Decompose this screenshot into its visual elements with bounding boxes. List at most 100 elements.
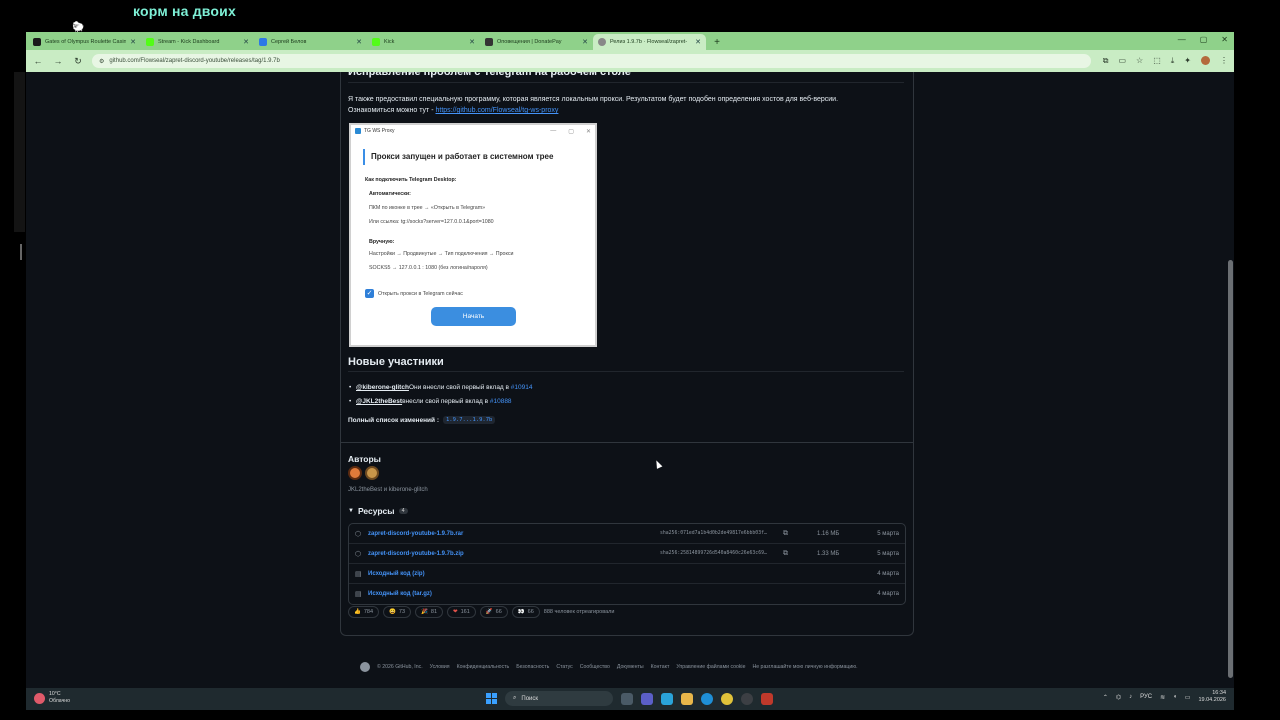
- reaction-rocket[interactable]: 🚀 66: [479, 606, 508, 618]
- tab-kick-dashboard[interactable]: Stream - Kick Dashboard ✕: [141, 34, 254, 50]
- compare-link[interactable]: 1.9.7...1.9.7b: [443, 416, 496, 424]
- close-icon[interactable]: ✕: [356, 38, 362, 46]
- reaction-hooray[interactable]: 🎉 81: [415, 606, 444, 618]
- profile-avatar[interactable]: [1201, 56, 1210, 65]
- copy-icon[interactable]: ⧉: [783, 550, 788, 558]
- tab-donatepay[interactable]: Оповещения | DonatePay ✕: [480, 34, 593, 50]
- footer-link-do-not-share[interactable]: Не разглашайте мою личную информацию.: [752, 664, 857, 670]
- menu-kebab-icon[interactable]: ⋮: [1220, 56, 1228, 66]
- proxy-auto-label: Автоматически:: [369, 191, 411, 197]
- scrollbar-thumb[interactable]: [1228, 260, 1233, 678]
- extensions-icon[interactable]: ⬚: [1153, 56, 1161, 66]
- pr-link[interactable]: #10888: [490, 398, 512, 405]
- close-icon[interactable]: ✕: [469, 38, 475, 46]
- battery-icon[interactable]: ▭: [1185, 694, 1191, 701]
- obs-icon[interactable]: [761, 692, 773, 705]
- reaction-laugh[interactable]: 😄 73: [383, 606, 412, 618]
- contributor-user-link[interactable]: @kiberone-glitch: [356, 384, 409, 391]
- maximize-icon[interactable]: ▢: [1200, 35, 1208, 44]
- site-info-icon[interactable]: ⚙: [99, 58, 104, 65]
- language-indicator[interactable]: РУС: [1140, 694, 1152, 700]
- telegram-icon[interactable]: [661, 692, 673, 705]
- reaction-heart[interactable]: ❤ 161: [447, 606, 476, 618]
- pr-link[interactable]: #10914: [511, 384, 533, 391]
- party-icon: 🎉: [421, 609, 428, 615]
- contributor-user-link[interactable]: @JKL2theBest: [356, 398, 402, 405]
- asset-sha: sha256:071ed7a1b4d0b2de49817e6bbb03f…: [660, 531, 767, 536]
- chrome-icon[interactable]: [721, 692, 733, 705]
- tg-ws-proxy-link[interactable]: https://github.com/Flowseal/tg-ws-proxy: [435, 107, 558, 114]
- footer-link-community[interactable]: Сообщество: [580, 664, 610, 670]
- footer-link-contact[interactable]: Контакт: [651, 664, 670, 670]
- copy-icon[interactable]: ⧉: [783, 530, 788, 538]
- download-icon[interactable]: ⤓: [1171, 56, 1175, 66]
- tab-casino[interactable]: Gates of Olympus Roulette Casino ✕: [28, 34, 141, 50]
- mic-icon[interactable]: ♪: [1129, 694, 1132, 700]
- minimize-icon[interactable]: —: [1178, 35, 1186, 44]
- footer-link-cookies[interactable]: Управление файлами cookie: [676, 664, 745, 670]
- reaction-count: 81: [430, 609, 438, 615]
- edge-icon[interactable]: [701, 692, 713, 705]
- github-logo-icon[interactable]: [360, 662, 370, 672]
- task-view-icon[interactable]: [621, 692, 633, 705]
- asset-link[interactable]: Исходный код (tar.gz): [368, 591, 432, 597]
- tray-chevron-icon[interactable]: ⌃: [1103, 694, 1108, 701]
- tab-github-release[interactable]: Релиз 1.9.7b · Flowseal/zapret- ✕: [593, 34, 706, 50]
- network-icon[interactable]: ⌬: [1116, 694, 1121, 701]
- address-bar[interactable]: ⚙ github.com/Flowseal/zapret-discord-you…: [92, 54, 1091, 68]
- asset-link[interactable]: zapret-discord-youtube-1.9.7b.zip: [368, 551, 464, 557]
- caret-down-icon: ▼: [348, 508, 354, 514]
- teams-icon[interactable]: [641, 692, 653, 705]
- asset-link[interactable]: zapret-discord-youtube-1.9.7b.rar: [368, 531, 463, 537]
- footer-link-terms[interactable]: Условия: [430, 664, 450, 670]
- steam-icon[interactable]: [741, 692, 753, 705]
- proxy-window-controls: — ▢ ✕: [550, 127, 591, 135]
- contributor-item: @kiberone-glitchОни внесли свой первый в…: [349, 384, 533, 391]
- proxy-howto: Как подключить Telegram Desktop:: [365, 177, 457, 183]
- reload-icon[interactable]: ↻: [72, 56, 84, 67]
- stream-overlay-title: корм на двоих: [133, 3, 236, 19]
- clock[interactable]: 16:34 19.04.2026: [1198, 690, 1226, 704]
- volume-icon[interactable]: ◖: [1173, 694, 1177, 700]
- file-explorer-icon[interactable]: [681, 692, 693, 705]
- footer-link-security[interactable]: Безопасность: [516, 664, 549, 670]
- back-icon[interactable]: ←: [32, 56, 44, 66]
- reaction-thumbs-up[interactable]: 👍 784: [348, 606, 380, 618]
- asset-link[interactable]: Исходный код (zip): [368, 571, 425, 577]
- footer-link-status[interactable]: Статус: [556, 664, 572, 670]
- taskbar-search[interactable]: ⌕ Поиск: [505, 691, 613, 706]
- tab-label: Gates of Olympus Roulette Casino: [45, 39, 127, 45]
- close-icon[interactable]: ✕: [582, 38, 588, 46]
- asset-date: 4 марта: [877, 570, 899, 577]
- tab-label: Stream - Kick Dashboard: [158, 39, 220, 45]
- assets-list: ⬡ zapret-discord-youtube-1.9.7b.rar sha2…: [348, 523, 906, 605]
- reaction-eyes[interactable]: 👀 66: [511, 606, 540, 618]
- author-avatar-kiberone[interactable]: [365, 466, 379, 480]
- cast-icon[interactable]: ▭: [1118, 56, 1126, 66]
- tab-vk[interactable]: Сергей Белов ✕: [254, 34, 367, 50]
- extension-puzzle-icon[interactable]: ✦: [1184, 56, 1191, 66]
- windows-start-icon[interactable]: [486, 693, 497, 704]
- translate-icon[interactable]: ⧉: [1103, 56, 1109, 66]
- thumbs-up-icon: 👍: [354, 609, 361, 615]
- author-avatar-jkl2thebest[interactable]: [348, 466, 362, 480]
- close-icon[interactable]: ✕: [130, 38, 136, 46]
- telegram-heading: Исправление проблем с Telegram на рабоче…: [348, 72, 904, 83]
- package-icon: ⬡: [355, 550, 362, 558]
- weather-widget[interactable]: 10°C Облачно: [34, 691, 70, 705]
- new-tab-button[interactable]: +: [710, 35, 724, 49]
- reactions-summary: 888 человек отреагировали: [543, 609, 615, 615]
- kick-icon: [146, 38, 154, 46]
- file-zip-icon: ▤: [355, 570, 362, 578]
- footer-link-privacy[interactable]: Конфиденциальность: [457, 664, 510, 670]
- wifi-icon[interactable]: ≋: [1160, 694, 1165, 701]
- assets-toggle[interactable]: ▼ Ресурсы 4: [348, 506, 408, 516]
- close-window-icon[interactable]: ✕: [1221, 35, 1228, 44]
- bookmark-star-icon[interactable]: ☆: [1136, 56, 1143, 66]
- tab-strip: Gates of Olympus Roulette Casino ✕ Strea…: [26, 32, 1234, 50]
- close-icon[interactable]: ✕: [695, 38, 701, 46]
- footer-link-docs[interactable]: Документы: [617, 664, 644, 670]
- close-icon[interactable]: ✕: [243, 38, 249, 46]
- tab-kick[interactable]: Kick ✕: [367, 34, 480, 50]
- forward-icon[interactable]: →: [52, 56, 64, 66]
